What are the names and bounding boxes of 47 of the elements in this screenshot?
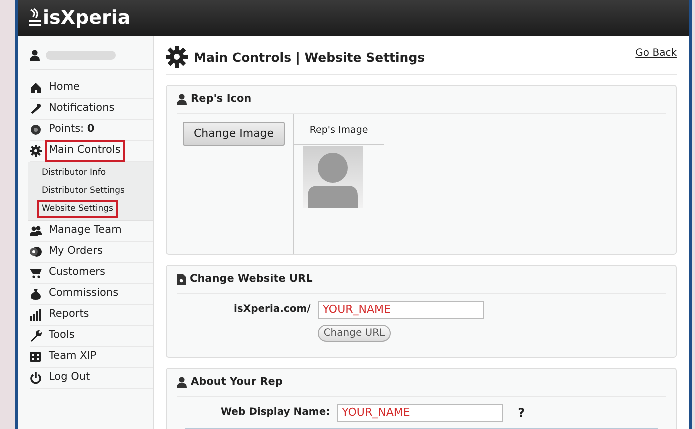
page-title: Main Controls | Website Settings <box>194 50 426 64</box>
nav-link[interactable]: My Orders <box>45 241 107 263</box>
column-header: Rep's Image <box>294 114 384 145</box>
money-bag-icon <box>30 288 42 300</box>
nav-link[interactable]: Home <box>45 77 84 99</box>
gear-icon <box>30 145 42 157</box>
display-name-field[interactable]: YOUR_NAME <box>337 404 504 422</box>
nav-link[interactable]: Commissions <box>45 283 123 305</box>
logo-icon <box>28 8 42 28</box>
submenu-link[interactable]: Distributor Settings <box>37 182 130 200</box>
home-icon <box>30 82 42 94</box>
change-url-button[interactable]: Change URL <box>318 324 392 342</box>
help-icon[interactable]: ? <box>518 404 526 422</box>
nav-link[interactable]: Log Out <box>45 367 94 389</box>
coins-icon <box>30 246 42 258</box>
submenu-link[interactable]: Distributor Info <box>37 164 112 182</box>
nav-link[interactable]: Points: 0 <box>45 119 99 141</box>
nav-link[interactable]: Manage Team <box>45 220 126 242</box>
nav-link[interactable]: Main Controls <box>45 140 125 162</box>
change-image-button[interactable]: Change Image <box>183 122 286 146</box>
nav-link[interactable]: Notifications <box>45 98 119 120</box>
group-icon <box>30 225 42 237</box>
nav-link[interactable]: Team XIP <box>45 346 101 368</box>
panel-title: About Your Rep <box>191 375 283 390</box>
power-icon <box>30 372 42 384</box>
go-back-link[interactable]: Go Back <box>636 46 677 61</box>
grid-icon <box>30 351 42 363</box>
url-prefix-label: isXperia.com/ <box>234 302 311 317</box>
user-icon <box>177 94 187 106</box>
logo-text: isXperia <box>43 6 131 31</box>
avatar-placeholder <box>303 146 364 208</box>
panel-title: Change Website URL <box>190 272 313 287</box>
bar-chart-icon <box>30 309 42 321</box>
url-field[interactable]: YOUR_NAME <box>318 300 484 319</box>
gear-icon <box>166 46 188 68</box>
file-icon <box>177 274 186 286</box>
redacted-name <box>46 51 116 60</box>
user-icon <box>177 377 187 388</box>
panel-title: Rep's Icon <box>191 92 252 107</box>
coin-icon <box>30 124 42 136</box>
cart-icon <box>30 267 42 279</box>
submenu-link[interactable]: Website Settings <box>37 200 118 218</box>
display-name-label: Web Display Name: <box>221 406 330 420</box>
user-icon <box>30 50 40 61</box>
nav-link[interactable]: Reports <box>45 304 94 326</box>
nav-link[interactable]: Customers <box>45 262 110 284</box>
nav-link[interactable]: Tools <box>45 325 79 347</box>
